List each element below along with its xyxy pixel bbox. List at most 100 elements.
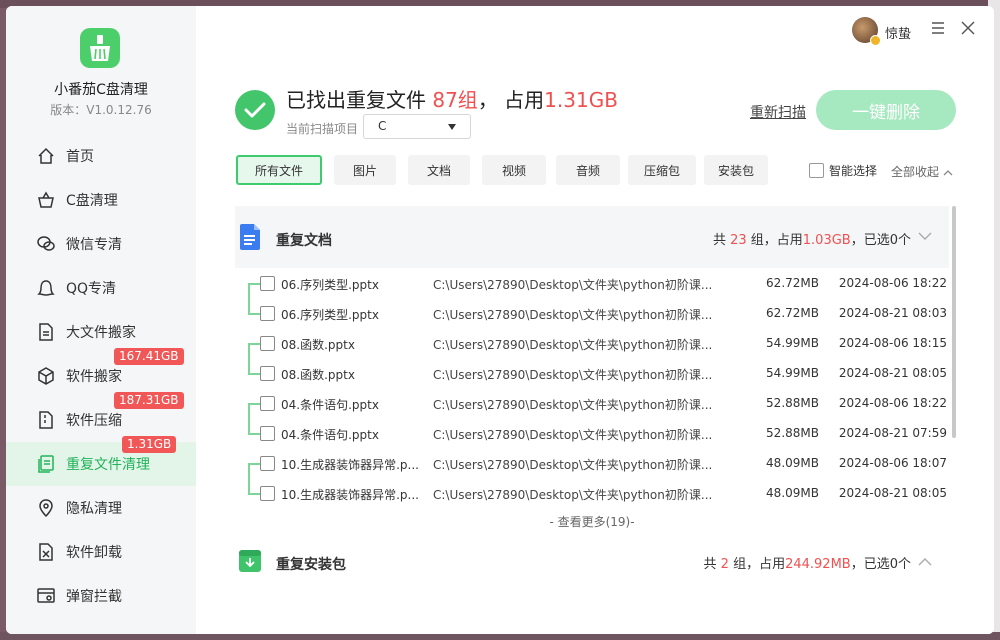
row-checkbox[interactable]: [260, 396, 275, 411]
drive-select[interactable]: C: [363, 114, 471, 139]
document-icon: [240, 224, 260, 250]
file-path: C:\Users\27890\Desktop\文件夹\python初阶课...: [433, 338, 713, 352]
filter-tab[interactable]: 视频: [482, 155, 546, 185]
filter-tab[interactable]: 音频: [556, 155, 620, 185]
file-path: C:\Users\27890\Desktop\文件夹\python初阶课...: [433, 458, 713, 472]
delete-all-button[interactable]: 一键删除: [816, 90, 956, 130]
sidebar-item-home[interactable]: 首页: [6, 134, 196, 178]
sidebar-item-qq[interactable]: QQ专清: [6, 266, 196, 310]
scan-label: 当前扫描项目: [286, 122, 359, 136]
file-date: 2024-08-21 08:05: [838, 366, 947, 380]
file-name: 04.条件语句.pptx: [281, 428, 379, 442]
app-window: 小番茄C盘清理 版本：V1.0.12.76 首页 C盘清理 微信专清 QQ专清 大文件搬…: [6, 6, 994, 634]
user-name[interactable]: 惊蛰: [885, 23, 911, 42]
see-more-link[interactable]: - 查看更多(19)-: [235, 513, 949, 530]
headline-size: 1.31GB: [544, 88, 618, 112]
row-checkbox[interactable]: [260, 366, 275, 381]
file-path: C:\Users\27890\Desktop\文件夹\python初阶课...: [433, 488, 713, 502]
file-name: 08.函数.pptx: [281, 338, 355, 352]
qq-icon: [36, 278, 56, 298]
file-date: 2024-08-06 18:22: [838, 396, 947, 410]
table-row[interactable]: 08.函数.pptx C:\Users\27890\Desktop\文件夹\pyt…: [235, 329, 949, 359]
smart-select-checkbox[interactable]: 智能选择: [809, 162, 877, 179]
row-checkbox[interactable]: [260, 336, 275, 351]
group-header-docs[interactable]: 重复文档 共 23 组，占用1.03GB，已选0个: [235, 206, 949, 268]
group-header-installers[interactable]: 重复安装包 共 2 组，占用244.92MB，已选0个: [235, 544, 949, 584]
sidebar-item-basket[interactable]: C盘清理: [6, 178, 196, 222]
bracket-tick: [248, 283, 260, 285]
collapse-all-button[interactable]: 全部收起: [891, 163, 953, 180]
table-row[interactable]: 04.条件语句.pptx C:\Users\27890\Desktop\文件夹\p…: [235, 389, 949, 419]
basket-icon: [36, 190, 56, 210]
file-size: 52.88MB: [766, 426, 819, 440]
wechat-icon: [36, 234, 56, 254]
checkbox-icon: [809, 163, 824, 178]
sidebar-item-wechat[interactable]: 微信专清: [6, 222, 196, 266]
app-name: 小番茄C盘清理: [54, 82, 148, 98]
file-name: 08.函数.pptx: [281, 368, 355, 382]
group-title: 重复安装包: [276, 557, 346, 573]
sidebar-item-privacy[interactable]: 隐私清理: [6, 486, 196, 530]
file-name: 06.序列类型.pptx: [281, 278, 379, 292]
table-row[interactable]: 10.生成器装饰器异常.p... C:\Users\27890\Desktop\文…: [235, 479, 949, 509]
collapse-all-label: 全部收起: [891, 165, 940, 179]
table-row[interactable]: 04.条件语句.pptx C:\Users\27890\Desktop\文件夹\p…: [235, 419, 949, 449]
row-checkbox[interactable]: [260, 306, 275, 321]
file-size: 48.09MB: [766, 456, 819, 470]
filter-tab[interactable]: 所有文件: [236, 155, 322, 185]
row-checkbox[interactable]: [260, 486, 275, 501]
sidebar-item-label: 软件搬家: [66, 369, 122, 385]
row-checkbox[interactable]: [260, 456, 275, 471]
summary-mid: 组，占用: [728, 557, 786, 572]
close-icon[interactable]: [960, 20, 976, 36]
row-checkbox[interactable]: [260, 426, 275, 441]
group-title: 重复文档: [276, 233, 332, 249]
file-path: C:\Users\27890\Desktop\文件夹\python初阶课...: [433, 368, 713, 382]
sidebar-item-label: C盘清理: [66, 193, 118, 209]
file-date: 2024-08-06 18:15: [838, 336, 947, 350]
success-check-icon: [235, 90, 275, 130]
file-size: 52.88MB: [766, 396, 819, 410]
filter-tab[interactable]: 文档: [408, 155, 470, 185]
file-date: 2024-08-06 18:07: [838, 456, 947, 470]
file-date: 2024-08-06 18:22: [838, 276, 947, 290]
file-date: 2024-08-21 07:59: [838, 426, 947, 440]
table-row[interactable]: 06.序列类型.pptx C:\Users\27890\Desktop\文件夹\p…: [235, 299, 949, 329]
sidebar-item-label: 隐私清理: [66, 501, 122, 517]
sidebar-nav: 首页 C盘清理 微信专清 QQ专清 大文件搬家 软件搬家 167.41GB 软件压缩 187.3…: [6, 134, 196, 618]
chevron-down-icon[interactable]: [917, 230, 933, 242]
menu-icon[interactable]: [930, 20, 946, 36]
file-name: 10.生成器装饰器异常.p...: [281, 488, 419, 502]
sidebar-item-label: 微信专清: [66, 237, 122, 253]
bracket-tick: [248, 463, 260, 465]
rescan-link[interactable]: 重新扫描: [750, 102, 806, 122]
chevron-up-icon[interactable]: [917, 556, 933, 568]
table-row[interactable]: 06.序列类型.pptx C:\Users\27890\Desktop\文件夹\p…: [235, 269, 949, 299]
row-checkbox[interactable]: [260, 276, 275, 291]
summary-mid: 组，占用: [746, 233, 803, 248]
sidebar-item-popup-block[interactable]: 弹窗拦截: [6, 574, 196, 618]
avatar[interactable]: [852, 17, 881, 46]
home-icon: [36, 146, 56, 166]
table-row[interactable]: 10.生成器装饰器异常.p... C:\Users\27890\Desktop\文…: [235, 449, 949, 479]
table-row[interactable]: 08.函数.pptx C:\Users\27890\Desktop\文件夹\pyt…: [235, 359, 949, 389]
file-path: C:\Users\27890\Desktop\文件夹\python初阶课...: [433, 308, 713, 322]
summary-prefix: 共: [703, 557, 721, 572]
scrollbar[interactable]: [952, 206, 956, 438]
headline-prefix: 已找出重复文件: [286, 88, 433, 112]
headline-mid: ， 占用: [477, 88, 545, 112]
sidebar-item-label: 重复文件清理: [66, 457, 150, 473]
file-path: C:\Users\27890\Desktop\文件夹\python初阶课...: [433, 428, 713, 442]
duplicate-icon: [36, 454, 56, 474]
sidebar-item-duplicate[interactable]: 重复文件清理 1.31GB: [6, 436, 196, 486]
sidebar-item-label: 首页: [66, 149, 94, 165]
bracket-tick: [248, 403, 260, 405]
sidebar-item-label: QQ专清: [66, 281, 117, 297]
sidebar-item-uninstall[interactable]: 软件卸载: [6, 530, 196, 574]
summary-count: 23: [730, 233, 747, 248]
filter-tab[interactable]: 压缩包: [628, 155, 696, 185]
filter-tab[interactable]: 安装包: [704, 155, 768, 185]
sidebar-item-label: 软件压缩: [66, 413, 122, 429]
filter-tab[interactable]: 图片: [334, 155, 396, 185]
summary-suffix: ，已选0个: [850, 233, 911, 248]
